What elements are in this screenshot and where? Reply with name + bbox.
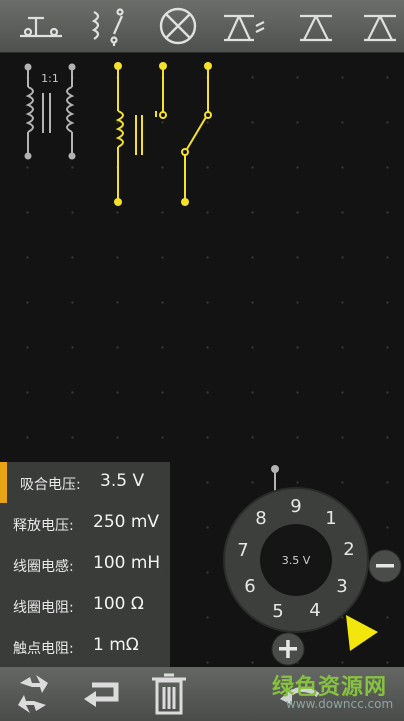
- trash-icon: [152, 673, 186, 715]
- push-switch-tool[interactable]: [14, 4, 70, 48]
- transistor-npn-tool[interactable]: [288, 4, 344, 48]
- prop-value: 100 mH: [93, 553, 161, 573]
- prop-row-release-voltage[interactable]: 释放电压: 250 mV: [0, 503, 170, 544]
- transistor-pnp-icon: [364, 14, 396, 42]
- prop-row-contact-resistance[interactable]: 触点电阻: 1 mΩ: [0, 626, 170, 667]
- relay-tool[interactable]: [84, 4, 140, 48]
- prop-row-coil-inductance[interactable]: 线圈电感: 100 mH: [0, 544, 170, 585]
- rotate-icon: [18, 675, 48, 713]
- prop-label: 线圈电阻:: [13, 600, 74, 616]
- dial-number-5: 5: [272, 601, 283, 622]
- relay-component[interactable]: [114, 62, 212, 206]
- dial-pin: [271, 465, 279, 491]
- dial-number-4: 4: [309, 600, 320, 621]
- transistor-npn-icon: [300, 14, 332, 42]
- minus-icon: [376, 564, 394, 568]
- transformer-ratio-label: 1:1: [41, 72, 59, 85]
- prop-value: 250 mV: [93, 512, 160, 532]
- rotate-button[interactable]: [8, 671, 58, 717]
- relay-icon: [91, 8, 124, 46]
- decrease-button[interactable]: [368, 549, 402, 583]
- prop-value: 100 Ω: [93, 594, 144, 614]
- prop-label: 吸合电压:: [20, 477, 81, 493]
- increase-button[interactable]: [271, 632, 305, 666]
- prop-label: 释放电压:: [13, 518, 74, 534]
- flip-button[interactable]: [78, 671, 128, 717]
- component-toolbar: [0, 0, 404, 53]
- prop-label: 线圈电感:: [13, 559, 74, 575]
- dial-number-8: 8: [255, 508, 266, 529]
- prop-row-coil-resistance[interactable]: 线圈电阻: 100 Ω: [0, 585, 170, 626]
- phototransistor-icon: [224, 14, 265, 42]
- properties-panel: 吸合电压: 3.5 V 释放电压: 250 mV 线圈电感: 100 mH 线圈…: [0, 462, 170, 667]
- lamp-icon: [159, 7, 197, 45]
- prop-value: 1 mΩ: [93, 635, 139, 655]
- phototransistor-tool[interactable]: [218, 4, 274, 48]
- watermark-sub: www.downcc.com: [286, 697, 394, 711]
- delete-button[interactable]: [144, 671, 194, 717]
- dial-number-9: 9: [290, 496, 301, 517]
- dial-number-7: 7: [237, 540, 248, 561]
- dial-number-6: 6: [244, 576, 255, 597]
- transistor-pnp-tool[interactable]: [352, 4, 404, 48]
- dial-number-2: 2: [343, 539, 354, 560]
- dial-number-1: 1: [325, 508, 336, 529]
- dial-center-value: 3.5 V: [282, 554, 311, 567]
- push-switch-icon: [20, 16, 62, 38]
- flip-icon: [84, 682, 119, 707]
- value-dial[interactable]: 3.5 V 9 1 2 3 4 5 6 7 8: [223, 487, 369, 633]
- prop-label: 触点电阻:: [13, 641, 74, 657]
- prop-value: 3.5 V: [100, 471, 145, 491]
- transformer-component[interactable]: 1:1: [24, 63, 76, 160]
- lamp-tool[interactable]: [150, 4, 206, 48]
- dial-number-3: 3: [336, 576, 347, 597]
- prop-row-pull-in-voltage[interactable]: 吸合电压: 3.5 V: [0, 462, 177, 503]
- watermark: 绿色资源网 www.downcc.com: [268, 667, 404, 721]
